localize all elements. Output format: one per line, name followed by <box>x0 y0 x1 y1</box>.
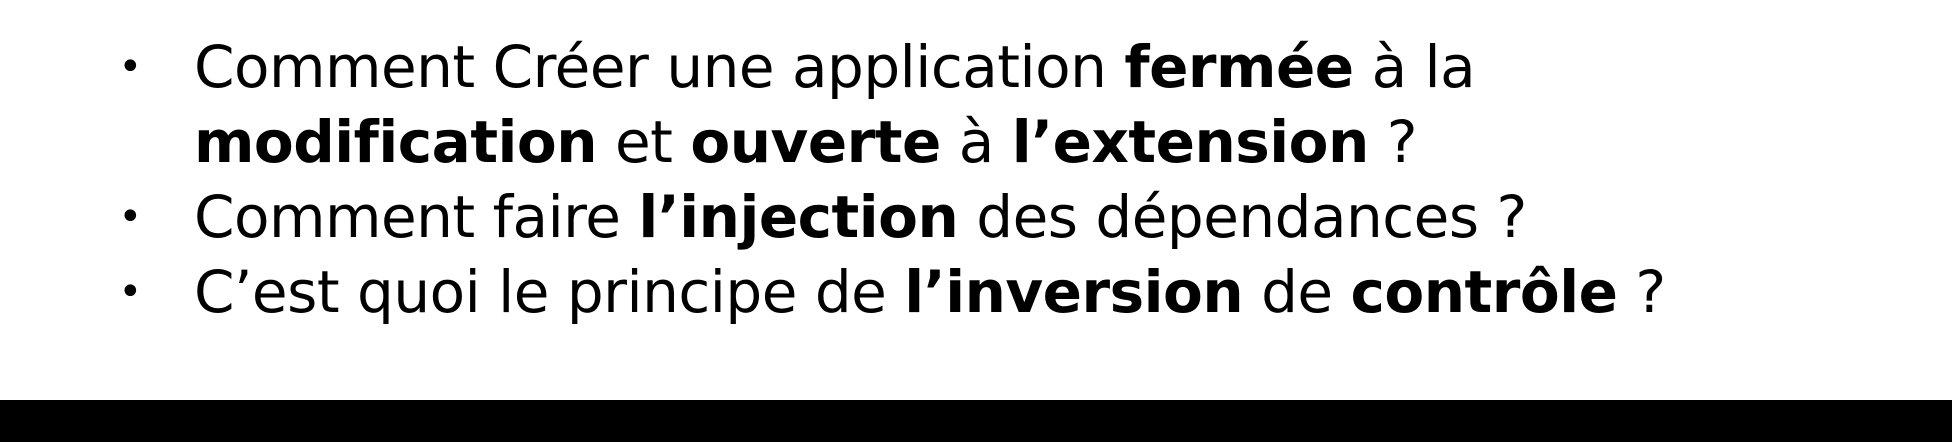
text-segment: à <box>940 108 1012 176</box>
bullet-item-3: • C’est quoi le principe de l’inversion … <box>110 255 1870 330</box>
slide-content: • Comment Créer une application fermée à… <box>0 0 1952 400</box>
text-segment: des dépendances ? <box>958 183 1527 251</box>
bold-segment: fermée <box>1124 33 1354 101</box>
bullet-item-2: • Comment faire l’injection des dépendan… <box>110 180 1870 255</box>
text-segment: à la <box>1353 33 1476 101</box>
text-segment: Comment faire <box>194 183 639 251</box>
bullet-item-1: • Comment Créer une application fermée à… <box>110 30 1870 180</box>
text-segment: ? <box>1368 108 1418 176</box>
text-segment: et <box>597 108 691 176</box>
bullet-icon: • <box>118 194 142 240</box>
bullet-text-3: C’est quoi le principe de l’inversion de… <box>194 258 1666 326</box>
bold-segment: l’injection <box>638 183 959 251</box>
bottom-bar <box>0 400 1952 442</box>
slide: • Comment Créer une application fermée à… <box>0 0 1952 442</box>
text-segment: ? <box>1617 258 1666 326</box>
bullet-text-2: Comment faire l’injection des dépendance… <box>194 183 1527 251</box>
bullet-list: • Comment Créer une application fermée à… <box>110 30 1870 330</box>
bullet-icon: • <box>118 44 142 90</box>
bold-segment: l’inversion <box>904 258 1244 326</box>
bold-segment: modification <box>194 108 598 176</box>
bullet-icon: • <box>118 269 142 315</box>
text-segment: C’est quoi le principe de <box>194 258 905 326</box>
bullet-text-1: Comment Créer une application fermée à l… <box>194 33 1476 176</box>
bold-segment: l’extension <box>1011 108 1370 176</box>
text-segment: de <box>1243 258 1351 326</box>
bold-segment: ouverte <box>690 108 941 176</box>
bold-segment: contrôle <box>1350 258 1618 326</box>
text-segment: Comment Créer une application <box>194 33 1125 101</box>
